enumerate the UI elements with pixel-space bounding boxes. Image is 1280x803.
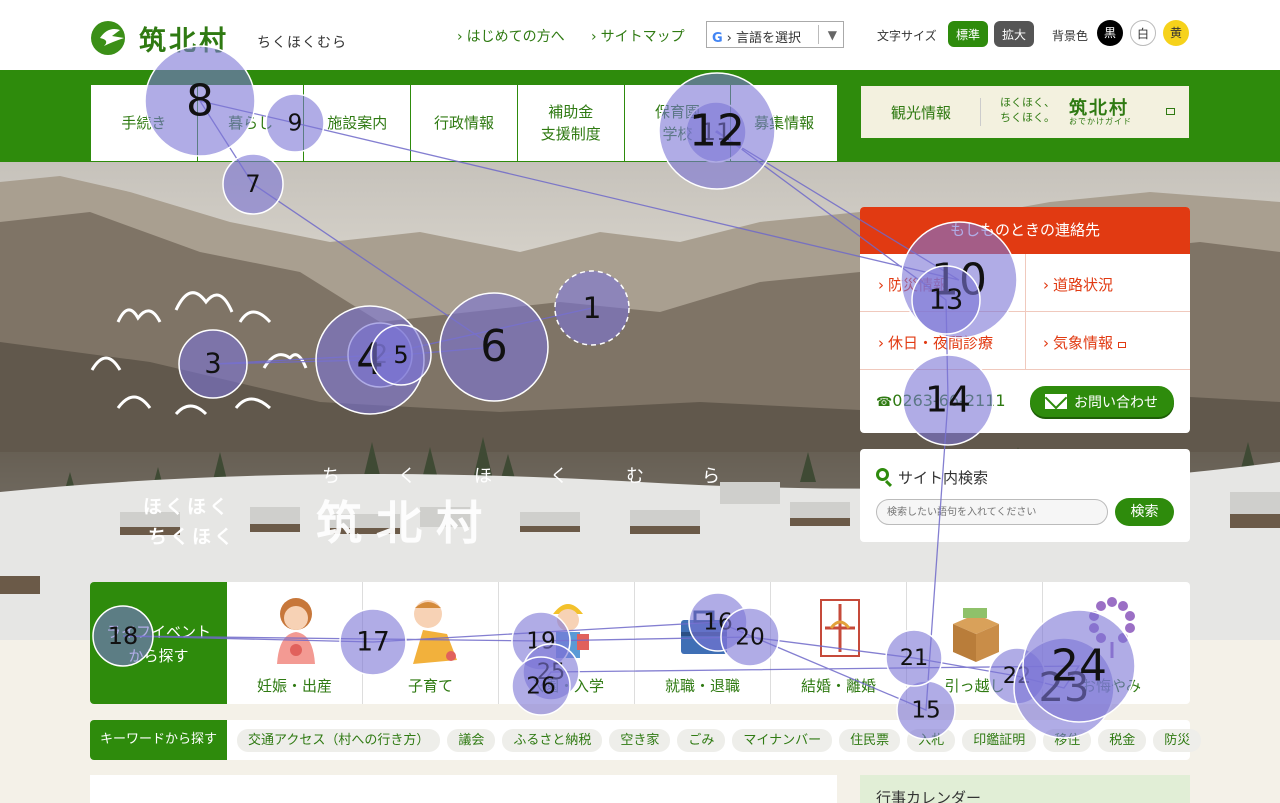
life-events-label: ライフイベント から探す <box>90 582 227 704</box>
keyword-tag[interactable]: 印鑑証明 <box>962 729 1037 752</box>
site-search-panel: サイト内検索 検索 <box>860 449 1190 542</box>
search-title: サイト内検索 <box>898 469 989 487</box>
bg-white-button[interactable]: 白 <box>1130 20 1156 46</box>
child-illustration <box>413 600 457 664</box>
schoolchild-illustration <box>553 604 589 658</box>
keyword-tag[interactable]: 空き家 <box>609 729 671 752</box>
emergency-title: もしものときの連絡先 <box>860 207 1190 254</box>
chevron-right-icon: › <box>1043 276 1049 294</box>
site-header: 筑北村 ちくほくむら › はじめての方へ › サイトマップ G › 言語を選択 ▼ 文… <box>0 0 1280 70</box>
briefcase-illustration <box>681 610 727 654</box>
logo-kana: ちくほくむら <box>257 35 347 51</box>
pregnant-woman-illustration <box>277 598 315 664</box>
news-panel <box>90 775 837 803</box>
nav-facilities[interactable]: 施設案内 <box>304 85 412 161</box>
life-events-section: ライフイベント から探す 妊娠・出産 子育て 入園・入学 就職・退職 結婚・離婚 … <box>90 582 1190 704</box>
tourism-brand-sub: おでかけガイド <box>1069 117 1132 126</box>
dropdown-arrow-icon: ▼ <box>827 28 837 42</box>
font-standard-button[interactable]: 標準 <box>948 21 989 47</box>
event-employment[interactable]: 就職・退職 <box>635 582 771 704</box>
event-pregnancy[interactable]: 妊娠・出産 <box>227 582 363 704</box>
google-icon: G <box>712 31 723 46</box>
link-sitemap[interactable]: › サイトマップ <box>591 26 685 46</box>
event-moving[interactable]: 引っ越し <box>907 582 1043 704</box>
search-input[interactable] <box>876 499 1108 525</box>
event-calendar-panel: 行事カレンダー <box>860 775 1190 803</box>
external-link-icon <box>1117 342 1126 348</box>
event-school-entry[interactable]: 入園・入学 <box>499 582 635 704</box>
link-weather-info[interactable]: › 気象情報 <box>1025 312 1190 370</box>
chevron-right-icon: › <box>878 276 884 294</box>
divider <box>818 25 819 44</box>
link-beginners[interactable]: › はじめての方へ <box>457 26 565 46</box>
keyword-tag[interactable]: 税金 <box>1098 729 1147 752</box>
phone-number[interactable]: ☎0263-66-2111 <box>876 391 1006 410</box>
nav-schools[interactable]: 保育園 学校 <box>625 85 732 161</box>
event-condolence[interactable]: お悔やみ <box>1043 582 1179 704</box>
keyword-tag[interactable]: ごみ <box>677 729 726 752</box>
keyword-tag[interactable]: 交通アクセス（村への行き方） <box>237 729 441 752</box>
keyword-label: キーワードから探す <box>90 720 227 760</box>
emergency-contacts-panel: もしものときの連絡先 › 防災情報 › 道路状況 › 休日・夜間診療 › 気象情報 ☎0… <box>860 207 1190 433</box>
chevron-right-icon: › <box>591 29 597 45</box>
calendar-title: 行事カレンダー <box>876 789 982 803</box>
link-holiday-clinic[interactable]: › 休日・夜間診療 <box>860 312 1025 370</box>
external-link-icon <box>1166 108 1175 115</box>
keyword-tag[interactable]: 入札 <box>907 729 956 752</box>
gift-envelope-illustration <box>820 599 860 657</box>
nav-administration[interactable]: 行政情報 <box>411 85 518 161</box>
keyword-tag[interactable]: 移住 <box>1043 729 1092 752</box>
global-nav: 手続き 暮らし 施設案内 行政情報 補助金 支援制度 保育園 学校 募集情報 <box>91 85 837 161</box>
prayer-beads-illustration <box>1089 597 1135 658</box>
chevron-right-icon: › <box>457 29 463 45</box>
keyword-tag[interactable]: 防災 <box>1153 729 1202 752</box>
event-childcare[interactable]: 子育て <box>363 582 499 704</box>
search-button[interactable]: 検索 <box>1115 498 1174 526</box>
mail-icon <box>1045 394 1067 409</box>
keyword-tag[interactable]: 議会 <box>447 729 496 752</box>
language-select[interactable]: G › 言語を選択 ▼ <box>706 21 844 48</box>
nav-subsidies[interactable]: 補助金 支援制度 <box>518 85 625 161</box>
moving-box-illustration <box>953 608 999 662</box>
nav-living[interactable]: 暮らし <box>198 85 305 161</box>
phone-icon: ☎ <box>876 395 893 410</box>
tourism-brand-tagline: ほくほく、 ちくほく。 <box>1000 96 1055 124</box>
hero-tagline-2: ちくほく <box>148 526 237 548</box>
nav-procedures[interactable]: 手続き <box>91 85 198 161</box>
chevron-right-icon: › <box>726 31 737 46</box>
bg-yellow-button[interactable]: 黄 <box>1163 20 1189 46</box>
link-disaster-info[interactable]: › 防災情報 <box>860 254 1025 312</box>
hero-tagline-1: ほくほく <box>143 496 232 518</box>
tourism-banner[interactable]: 観光情報 ほくほく、 ちくほく。 筑北村 おでかけガイド <box>861 86 1189 138</box>
keyword-list: 交通アクセス（村への行き方） 議会 ふるさと納税 空き家 ごみ マイナンバー 住… <box>237 729 1202 752</box>
chevron-right-icon: › <box>878 334 884 352</box>
hero-kana: ちくほくむら <box>322 466 778 487</box>
tourism-label: 観光情報 <box>891 104 952 122</box>
search-icon <box>876 468 889 481</box>
link-road-status[interactable]: › 道路状況 <box>1025 254 1190 312</box>
logo-text[interactable]: 筑北村 <box>139 19 229 58</box>
hero-title: 筑北村 <box>316 496 496 550</box>
nav-recruitment[interactable]: 募集情報 <box>731 85 837 161</box>
keyword-search-section: キーワードから探す 交通アクセス（村への行き方） 議会 ふるさと納税 空き家 ご… <box>90 720 1202 760</box>
font-large-button[interactable]: 拡大 <box>994 21 1035 47</box>
divider <box>980 98 981 126</box>
contact-button[interactable]: お問い合わせ <box>1030 386 1174 417</box>
keyword-tag[interactable]: マイナンバー <box>732 729 833 752</box>
event-marriage[interactable]: 結婚・離婚 <box>771 582 907 704</box>
bg-black-button[interactable]: 黒 <box>1097 20 1123 46</box>
keyword-tag[interactable]: ふるさと納税 <box>502 729 603 752</box>
keyword-tag[interactable]: 住民票 <box>839 729 901 752</box>
chevron-right-icon: › <box>1043 334 1049 352</box>
bg-color-label: 背景色 <box>1052 29 1089 43</box>
divider <box>1025 254 1026 370</box>
font-size-label: 文字サイズ <box>877 29 937 43</box>
village-logo-icon[interactable] <box>90 20 128 56</box>
